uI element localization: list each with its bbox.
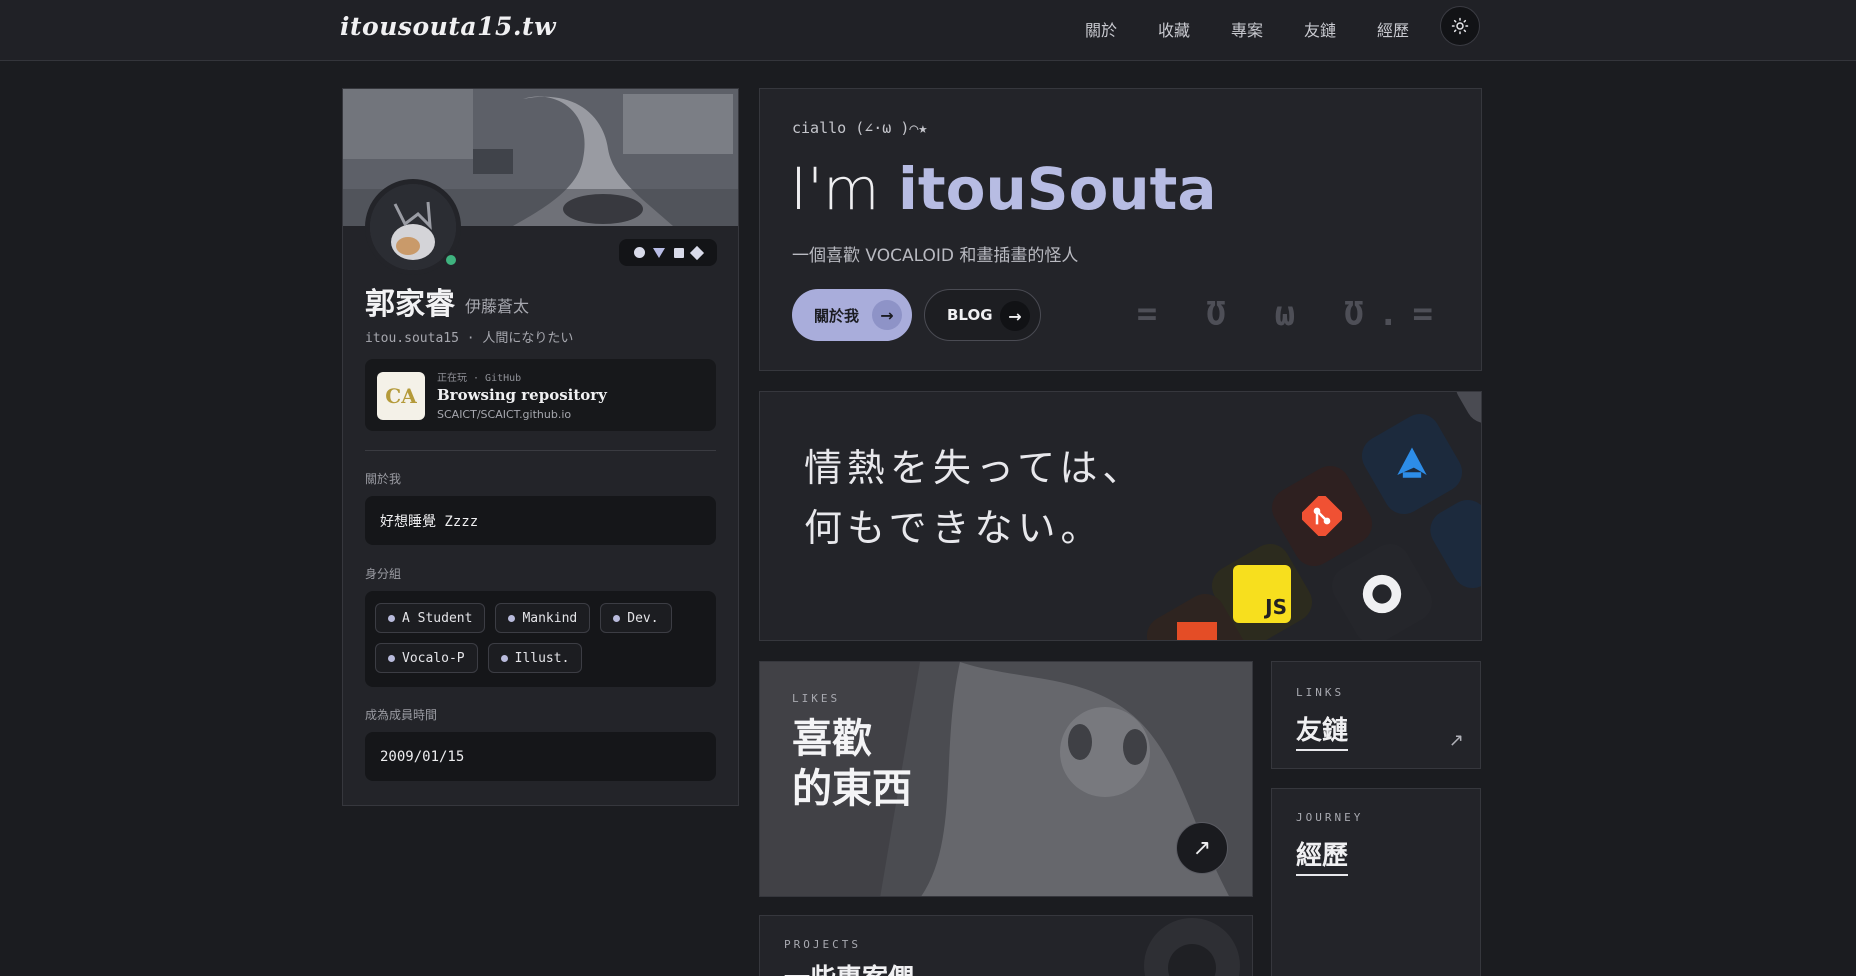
role-tag: Illust.: [487, 643, 583, 673]
blog-button[interactable]: BLOG →: [924, 289, 1041, 341]
role-tag: A Student: [375, 603, 486, 633]
nav-item-links[interactable]: 友鏈: [1304, 17, 1336, 41]
links-card[interactable]: LINKS 友鏈 ↗: [1271, 661, 1481, 769]
likes-title: 喜歡 的東西: [792, 715, 912, 812]
hero-card: ciallo (∠·ω )⌒★ I'm itouSouta 一個喜歡 VOCAL…: [759, 88, 1482, 371]
quote-card: 情熱を失っては、 何もできない。 JS: [759, 391, 1482, 641]
quote-text: 情熱を失っては、 何もできない。: [804, 446, 1146, 550]
member-since-value: 2009/01/15: [365, 732, 716, 781]
square-icon: [673, 247, 684, 258]
likes-eyebrow: LIKES: [792, 692, 841, 705]
projects-eyebrow: PROJECTS: [784, 938, 861, 951]
hero-kaomoji: = Ʊ ω Ʊ.=: [1136, 294, 1447, 334]
diamond-icon: [690, 245, 705, 260]
profile-divider: [365, 450, 716, 451]
role-tag: Vocalo-P: [375, 643, 478, 673]
links-eyebrow: LINKS: [1296, 686, 1345, 699]
activity-meta: 正在玩 · GitHub: [437, 373, 522, 384]
top-navbar: itousouta15.tw 關於 收藏 專案 友鏈 經歷: [0, 0, 1856, 61]
journey-title: 經歷: [1296, 835, 1349, 876]
journey-card[interactable]: JOURNEY 經歷: [1271, 788, 1481, 976]
links-title: 友鏈: [1296, 710, 1349, 751]
nav-item-about[interactable]: 關於: [1085, 17, 1117, 41]
roles-list: A Student Mankind Dev. Vocalo-P Illust.: [365, 591, 716, 687]
arrow-right-icon: →: [1000, 301, 1030, 331]
site-logo[interactable]: itousouta15.tw: [340, 12, 556, 41]
arrow-up-right-icon[interactable]: ↗: [1176, 822, 1228, 874]
activity-card[interactable]: CA 正在玩 · GitHub Browsing repository SCAI…: [365, 359, 716, 431]
theme-toggle-button[interactable]: [1440, 6, 1480, 46]
likes-card[interactable]: LIKES 喜歡 的東西 ↗: [759, 661, 1253, 897]
azure-devops-icon: [1354, 406, 1470, 522]
projects-title: 一些專案們: [784, 958, 914, 976]
hero-title: I'm itouSouta: [790, 155, 1217, 223]
profile-name: 郭家睿: [365, 287, 455, 322]
about-label: 關於我: [365, 472, 402, 486]
hero-greeting: ciallo (∠·ω )⌒★: [792, 119, 928, 137]
hero-title-name: itouSouta: [898, 155, 1217, 223]
member-since-label: 成為成員時間: [365, 708, 438, 722]
about-me-button[interactable]: 關於我 →: [792, 289, 912, 341]
profile-alt-name: 伊藤蒼太: [465, 297, 530, 316]
profile-badges: [619, 239, 717, 266]
partial-tile-icon: [1448, 392, 1481, 431]
nav-item-projects[interactable]: 專案: [1231, 17, 1263, 41]
activity-subtitle: SCAICT/SCAICT.github.io: [437, 408, 572, 421]
arrow-right-icon: →: [872, 300, 902, 330]
profile-handle: itou.souta15 · 人間になりたい: [365, 331, 574, 346]
activity-app-icon: CA: [377, 372, 425, 420]
journey-eyebrow: JOURNEY: [1296, 811, 1364, 824]
roles-label: 身分組: [365, 567, 402, 581]
profile-card: 郭家睿 伊藤蒼太 itou.souta15 · 人間になりたい CA 正在玩 ·…: [342, 88, 739, 806]
hero-subtitle: 一個喜歡 VOCALOID 和畫插畫的怪人: [792, 246, 1079, 266]
partial-tile-icon: [1423, 492, 1481, 596]
projects-card[interactable]: PROJECTS 一些專案們: [759, 915, 1253, 976]
circle-icon: [633, 247, 645, 258]
role-tag: Mankind: [495, 603, 591, 633]
triangle-icon: [653, 247, 666, 258]
nav-item-journey[interactable]: 經歷: [1377, 17, 1409, 41]
arrow-up-right-icon: ↗: [1448, 730, 1464, 751]
activity-title: Browsing repository: [437, 386, 607, 404]
github-icon: [1144, 918, 1240, 976]
online-status-indicator: [443, 252, 459, 268]
nav-item-collection[interactable]: 收藏: [1158, 17, 1190, 41]
about-value: 好想睡覺 Zzzz: [365, 496, 716, 545]
sun-icon: [1451, 17, 1469, 35]
role-tag: Dev.: [600, 603, 672, 633]
